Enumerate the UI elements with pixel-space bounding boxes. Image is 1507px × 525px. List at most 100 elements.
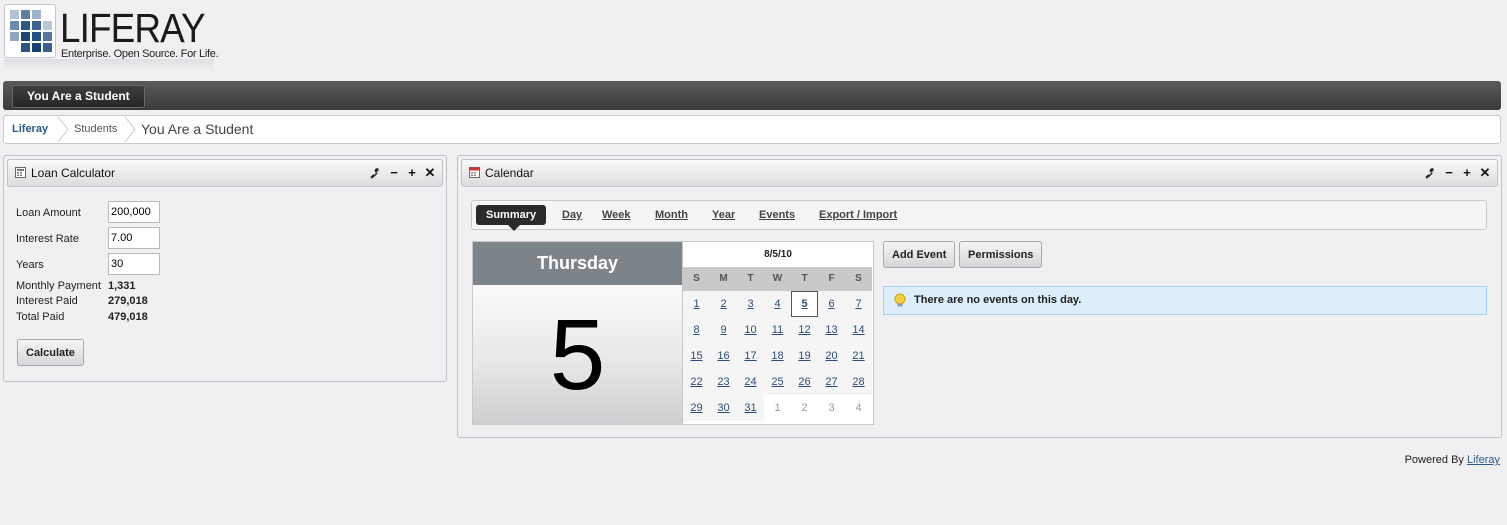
calendar-day[interactable]: 17 xyxy=(737,343,764,369)
calendar-day[interactable]: 22 xyxy=(683,369,710,395)
tab-events[interactable]: Events xyxy=(759,201,795,229)
calendar-day-other-month: 2 xyxy=(791,395,818,421)
breadcrumb-students[interactable]: Students xyxy=(74,116,117,143)
weekday-header: M xyxy=(710,267,737,291)
maximize-icon[interactable]: + xyxy=(1459,164,1475,182)
minimize-icon[interactable]: − xyxy=(1441,164,1457,182)
breadcrumb-liferay[interactable]: Liferay xyxy=(12,116,48,143)
calendar-day-other-month: 1 xyxy=(764,395,791,421)
calendar-day[interactable]: 3 xyxy=(737,291,764,317)
weekday-header: S xyxy=(845,267,872,291)
calendar-day[interactable]: 27 xyxy=(818,369,845,395)
tab-year[interactable]: Year xyxy=(712,201,735,229)
minimize-icon[interactable]: − xyxy=(386,164,402,182)
mini-calendar-date-header: 8/5/10 xyxy=(764,249,792,260)
weekday-header: S xyxy=(683,267,710,291)
no-events-message: There are no events on this day. xyxy=(914,294,1082,306)
mini-month-calendar: 8/5/10 SMTWTFS 1 2 3 4 5 6 7 8 9 10 11 12 13 14 15 16 17… xyxy=(682,241,874,425)
calendar-day[interactable]: 20 xyxy=(818,343,845,369)
calendar-day[interactable]: 19 xyxy=(791,343,818,369)
calendar-day[interactable]: 21 xyxy=(845,343,872,369)
calendar-day[interactable]: 1 xyxy=(683,291,710,317)
loan-amount-label: Loan Amount xyxy=(16,207,81,219)
calculator-icon xyxy=(15,167,26,178)
calendar-day[interactable]: 31 xyxy=(737,395,764,421)
years-label: Years xyxy=(16,259,44,271)
weekday-header: T xyxy=(791,267,818,291)
calendar-icon xyxy=(469,167,480,178)
calendar-day[interactable]: 25 xyxy=(764,369,791,395)
calendar-day[interactable]: 8 xyxy=(683,317,710,343)
selected-day-display: Thursday 5 xyxy=(472,241,683,425)
breadcrumb-separator-icon xyxy=(124,117,136,142)
interest-paid-label: Interest Paid xyxy=(16,295,78,307)
wrench-icon[interactable] xyxy=(1423,164,1439,182)
calendar-day[interactable]: 16 xyxy=(710,343,737,369)
calendar-day[interactable]: 23 xyxy=(710,369,737,395)
loan-calculator-titlebar: Loan Calculator − + ✕ xyxy=(7,159,443,187)
calendar-day-today[interactable]: 5 xyxy=(791,291,818,317)
calendar-day[interactable]: 30 xyxy=(710,395,737,421)
interest-rate-label: Interest Rate xyxy=(16,233,79,245)
logo-wordmark: LIFERAY xyxy=(60,5,206,51)
calendar-day[interactable]: 18 xyxy=(764,343,791,369)
total-paid-label: Total Paid xyxy=(16,311,65,323)
footer-liferay-link[interactable]: Liferay xyxy=(1467,454,1500,466)
calendar-day[interactable]: 29 xyxy=(683,395,710,421)
interest-rate-input[interactable] xyxy=(108,227,160,249)
main-navigation: You Are a Student xyxy=(3,81,1501,110)
loan-calculator-title: Loan Calculator xyxy=(31,166,116,180)
calendar-day[interactable]: 11 xyxy=(764,317,791,343)
calendar-day[interactable]: 12 xyxy=(791,317,818,343)
calendar-day[interactable]: 4 xyxy=(764,291,791,317)
tab-export-import[interactable]: Export / Import xyxy=(819,201,897,229)
add-event-button[interactable]: Add Event xyxy=(883,241,956,268)
total-paid-value: 479,018 xyxy=(108,311,148,323)
weekday-header: T xyxy=(737,267,764,291)
calendar-portlet: Calendar − + ✕ Summary Day Week Month Ye… xyxy=(457,155,1502,438)
permissions-button[interactable]: Permissions xyxy=(959,241,1043,268)
calendar-day[interactable]: 2 xyxy=(710,291,737,317)
calendar-day-other-month: 4 xyxy=(845,395,872,421)
liferay-logo[interactable]: LIFERAY Enterprise. Open Source. For Lif… xyxy=(4,4,219,76)
calendar-tab-bar: Summary Day Week Month Year Events Expor… xyxy=(471,200,1487,231)
calculate-button[interactable]: Calculate xyxy=(17,339,84,366)
weekday-header: W xyxy=(764,267,791,291)
logo-reflection xyxy=(4,59,214,71)
footer: Powered By Liferay xyxy=(1405,454,1500,466)
monthly-payment-label: Monthly Payment xyxy=(16,280,101,292)
logo-mark-icon xyxy=(4,4,56,58)
calendar-day[interactable]: 6 xyxy=(818,291,845,317)
calendar-day[interactable]: 28 xyxy=(845,369,872,395)
selected-day-number: 5 xyxy=(473,285,682,424)
footer-powered-by: Powered By xyxy=(1404,454,1464,466)
close-icon[interactable]: ✕ xyxy=(1477,164,1493,182)
no-events-notice: There are no events on this day. xyxy=(883,286,1487,315)
tab-summary[interactable]: Summary xyxy=(476,205,547,231)
years-input[interactable] xyxy=(108,253,160,275)
calendar-title: Calendar xyxy=(485,166,534,180)
weekday-header: F xyxy=(818,267,845,291)
selected-day-name: Thursday xyxy=(473,242,682,285)
calendar-day[interactable]: 10 xyxy=(737,317,764,343)
calendar-day[interactable]: 26 xyxy=(791,369,818,395)
loan-calculator-portlet: Loan Calculator − + ✕ Loan Amount Intere… xyxy=(3,155,447,382)
maximize-icon[interactable]: + xyxy=(404,164,420,182)
calendar-day[interactable]: 15 xyxy=(683,343,710,369)
nav-item-you-are-a-student[interactable]: You Are a Student xyxy=(12,85,145,108)
wrench-icon[interactable] xyxy=(368,164,384,182)
calendar-day[interactable]: 24 xyxy=(737,369,764,395)
calendar-day[interactable]: 9 xyxy=(710,317,737,343)
tab-month[interactable]: Month xyxy=(655,201,688,229)
close-icon[interactable]: ✕ xyxy=(422,164,438,182)
calendar-day[interactable]: 14 xyxy=(845,317,872,343)
calendar-day[interactable]: 13 xyxy=(818,317,845,343)
breadcrumb: Liferay Students You Are a Student xyxy=(3,115,1501,144)
calendar-day-other-month: 3 xyxy=(818,395,845,421)
calendar-day[interactable]: 7 xyxy=(845,291,872,317)
interest-paid-value: 279,018 xyxy=(108,295,148,307)
loan-amount-input[interactable] xyxy=(108,201,160,223)
tab-day[interactable]: Day xyxy=(562,201,582,229)
tab-week[interactable]: Week xyxy=(602,201,631,229)
lightbulb-icon xyxy=(894,293,906,307)
